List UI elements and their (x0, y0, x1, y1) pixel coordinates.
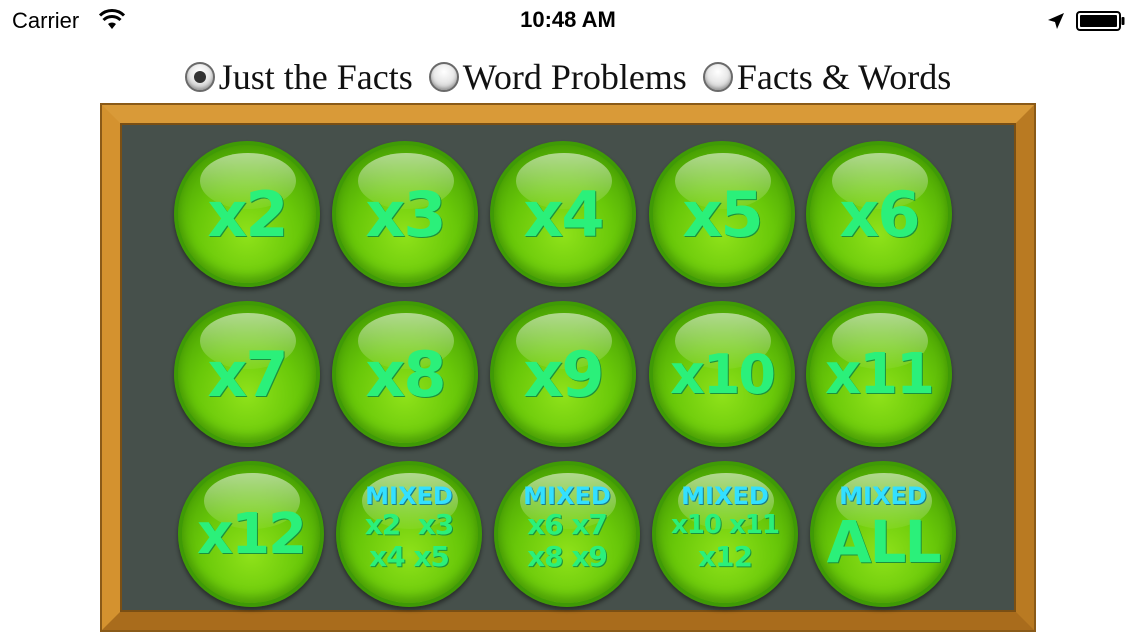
button-label: x2 (207, 177, 288, 251)
radio-unselected-icon[interactable] (428, 62, 459, 92)
status-bar: Carrier 10:48 AM (0, 0, 1136, 40)
mode-facts-and-words[interactable]: Facts & Words (702, 57, 952, 97)
times-4-button[interactable]: x4 (490, 141, 636, 287)
button-label: x9 (523, 337, 604, 411)
mixed-line: x2 x3 (364, 508, 455, 541)
mixed-line: x6 x7 (527, 508, 608, 541)
mixed-all-button[interactable]: MIXED ALL (810, 461, 956, 607)
mixed-line: x12 (697, 540, 753, 573)
times-8-button[interactable]: x8 (332, 301, 478, 447)
mode-word-problems[interactable]: Word Problems (428, 57, 687, 97)
mixed-2-to-5-button[interactable]: MIXED x2 x3 x4 x5 (336, 461, 482, 607)
button-label-stack: MIXED x10 x11 x12 (656, 483, 794, 573)
mixed-line: x10 x11 (671, 510, 780, 540)
mixed-title: MIXED (523, 482, 611, 510)
button-label-stack: MIXED x2 x3 x4 x5 (340, 483, 478, 573)
button-label: x12 (196, 501, 307, 567)
button-label: x5 (682, 177, 763, 251)
mixed-6-to-9-button[interactable]: MIXED x6 x7 x8 x9 (494, 461, 640, 607)
button-label: x7 (207, 337, 288, 411)
mixed-10-to-12-button[interactable]: MIXED x10 x11 x12 (652, 461, 798, 607)
mixed-title: MIXED (681, 482, 769, 510)
mixed-line: x4 x5 (369, 540, 450, 573)
times-10-button[interactable]: x10 (649, 301, 795, 447)
button-label: x3 (365, 177, 446, 251)
mode-label: Just the Facts (218, 57, 413, 97)
mixed-title: MIXED (839, 482, 927, 510)
clock-time: 10:48 AM (520, 7, 616, 32)
button-label-stack: MIXED ALL (814, 483, 952, 575)
times-6-button[interactable]: x6 (806, 141, 952, 287)
button-label: x11 (824, 341, 935, 407)
times-7-button[interactable]: x7 (174, 301, 320, 447)
mode-selector: Just the Facts Word Problems Facts & Wor… (0, 54, 1136, 100)
chalkboard: x2 x3 x4 x5 x6 x7 x8 x9 x10 x11 x12 MIXE… (120, 123, 1016, 612)
chalkboard-frame: x2 x3 x4 x5 x6 x7 x8 x9 x10 x11 x12 MIXE… (102, 105, 1034, 630)
button-label-stack: MIXED x6 x7 x8 x9 (498, 483, 636, 573)
location-arrow-icon (1048, 13, 1064, 29)
times-9-button[interactable]: x9 (490, 301, 636, 447)
radio-unselected-icon[interactable] (702, 62, 733, 92)
times-12-button[interactable]: x12 (178, 461, 324, 607)
button-label: x4 (523, 177, 604, 251)
button-label: x10 (670, 342, 776, 406)
mode-label: Word Problems (462, 57, 687, 97)
mixed-title: MIXED (365, 482, 453, 510)
radio-selected-icon[interactable] (184, 62, 215, 92)
times-2-button[interactable]: x2 (174, 141, 320, 287)
mode-just-the-facts[interactable]: Just the Facts (184, 57, 413, 97)
button-label: x6 (839, 177, 920, 251)
mixed-line: ALL (826, 508, 942, 576)
times-5-button[interactable]: x5 (649, 141, 795, 287)
times-3-button[interactable]: x3 (332, 141, 478, 287)
button-label: x8 (365, 337, 446, 411)
times-11-button[interactable]: x11 (806, 301, 952, 447)
mixed-line: x8 x9 (527, 540, 608, 573)
mode-label: Facts & Words (736, 57, 952, 97)
battery-icon (1076, 11, 1125, 31)
